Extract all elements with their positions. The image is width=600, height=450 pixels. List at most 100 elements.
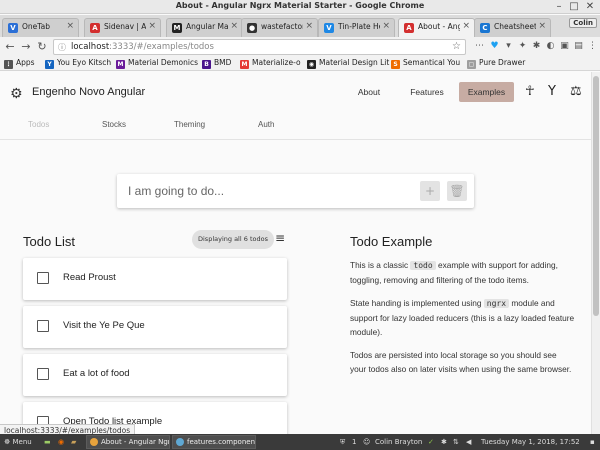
desktop-icon[interactable]: ▬ [44, 436, 51, 448]
nav-examples[interactable]: Examples [459, 82, 514, 102]
bookmark-item[interactable]: ▢ Pure Drawer [467, 58, 525, 69]
bookmark-icon: B [202, 60, 211, 69]
browser-tab[interactable]: A About - Angular× [398, 18, 475, 37]
reload-icon[interactable]: ↻ [36, 40, 48, 53]
os-taskbar: ☸ Menu ▬ ◉ ▰ About - Angular Ngr... feat… [0, 434, 600, 450]
todo-label: Read Proust [63, 272, 116, 283]
tab-close-icon[interactable]: × [230, 21, 238, 31]
todo-item[interactable]: Visit the Ye Pe Que [23, 306, 287, 348]
site-info-icon[interactable]: ⓘ [58, 42, 66, 53]
cheatsheet-icon: C [480, 23, 490, 33]
user-icon[interactable]: ☺ [363, 436, 370, 448]
gears-logo-icon[interactable]: ⚙ [10, 86, 23, 102]
tab-theming[interactable]: Theming [174, 120, 205, 129]
new-todo-card: + 🗑 [117, 174, 474, 208]
address-bar[interactable]: ⓘ localhost:3333/#/examples/todos ☆ [53, 39, 466, 55]
menu-icon[interactable]: ⋮ [587, 41, 598, 52]
angular-icon: A [90, 23, 100, 33]
taskbar-window-chrome[interactable]: About - Angular Ngr... [86, 435, 170, 449]
bookmark-item[interactable]: Y You Eyo Kitsch [45, 58, 111, 69]
bookmark-item[interactable]: ◉ Material Design Lit [307, 58, 389, 69]
menu-button[interactable]: ☸ Menu [4, 436, 32, 448]
scrollbar-thumb[interactable] [593, 76, 599, 316]
browser-tab[interactable]: M Angular Material× [166, 18, 243, 37]
new-todo-input[interactable] [128, 183, 413, 199]
todo-checkbox[interactable] [37, 272, 49, 284]
tab-close-icon[interactable]: × [148, 21, 156, 31]
puzzle-icon[interactable]: ✦ [517, 41, 528, 52]
tab-close-icon[interactable]: × [66, 21, 74, 31]
tab-auth[interactable]: Auth [258, 120, 274, 129]
browser-tab[interactable]: C Cheatsheet × [474, 18, 551, 37]
extension-icon[interactable]: ◐ [545, 41, 556, 52]
minimize-icon[interactable]: – [553, 0, 565, 14]
taskbar-user: Colin Brayton [375, 438, 423, 446]
todo-item[interactable]: Read Proust [23, 258, 287, 300]
extension-icon[interactable]: ✱ [531, 41, 542, 52]
todo-checkbox[interactable] [37, 320, 49, 332]
tab-stocks[interactable]: Stocks [102, 120, 126, 129]
bookmark-icon: M [240, 60, 249, 69]
extension-icon[interactable]: ⋯ [474, 41, 485, 52]
example-paragraph-3: Todos are persisted into local storage s… [350, 350, 572, 374]
bluetooth-icon[interactable]: ✱ [441, 436, 447, 448]
bookmark-item[interactable]: S Semantical You [391, 58, 460, 69]
tab-close-icon[interactable]: × [382, 21, 390, 31]
network-icon[interactable]: ⇅ [453, 436, 459, 448]
page-scrollbar[interactable] [591, 72, 600, 434]
bookmark-item[interactable]: M Material Demonics [116, 58, 198, 69]
tab-close-icon[interactable]: × [538, 21, 546, 31]
bookmark-label: Material Demonics [128, 58, 199, 67]
extension-icon[interactable]: ▣ [559, 41, 570, 52]
tab-label: wastefactor [261, 22, 303, 31]
power-icon[interactable]: ▪ [590, 436, 595, 448]
theme-icon[interactable]: Y [548, 84, 556, 99]
volume-icon[interactable]: ◀ [466, 436, 471, 448]
bookmark-item[interactable]: ⋮ Apps [4, 58, 35, 69]
bookmark-icon: ◉ [307, 60, 316, 69]
back-icon[interactable]: ← [4, 40, 16, 53]
filter-icon[interactable]: ≡ [275, 231, 285, 245]
tab-label: OneTab [22, 22, 50, 31]
nav-features[interactable]: Features [403, 82, 451, 102]
add-todo-button[interactable]: + [420, 181, 440, 201]
bookmark-label: Materialize-o [252, 58, 301, 67]
scale-icon[interactable]: ⚖ [570, 84, 582, 99]
browser-tab[interactable]: V Tin-Plate Heroes× [318, 18, 395, 37]
forward-icon[interactable]: → [20, 40, 32, 53]
tab-todos[interactable]: Todos [28, 120, 49, 129]
delete-done-button[interactable]: 🗑 [447, 181, 467, 201]
bookmark-item[interactable]: B BMD [202, 58, 231, 69]
page-icon: ▢ [467, 60, 476, 69]
cast-icon[interactable]: ▤ [573, 41, 584, 52]
bookmark-icon: M [116, 60, 125, 69]
code-todo: todo [410, 261, 436, 270]
app-brand[interactable]: Engenho Novo Angular [32, 86, 145, 98]
files-icon[interactable]: ▰ [71, 436, 76, 448]
close-window-icon[interactable]: ✕ [584, 0, 596, 14]
tab-close-icon[interactable]: × [462, 21, 470, 31]
todo-list-title: Todo List [23, 234, 76, 249]
maximize-icon[interactable]: □ [568, 0, 580, 14]
tab-close-icon[interactable]: × [305, 21, 313, 31]
bookmarks-bar: ⋮ Apps Y You Eyo Kitsch M Material Demonics B B… [0, 56, 600, 71]
twitter-icon[interactable]: ♥ [489, 41, 500, 52]
todo-item[interactable]: Eat a lot of food [23, 354, 287, 396]
browser-tab[interactable]: A Sidenav | Angular× [84, 18, 161, 37]
browser-launcher-icon[interactable]: ◉ [58, 436, 64, 448]
nav-about[interactable]: About [350, 82, 388, 102]
extension-icon[interactable]: ▾ [503, 41, 514, 52]
bookmark-label: Pure Drawer [479, 58, 526, 67]
notification-count: 1 [352, 438, 357, 446]
bookmark-item[interactable]: M Materialize-o [240, 58, 301, 69]
dropbox-icon[interactable]: ✓ [428, 436, 434, 448]
browser-tab[interactable]: V OneTab × [2, 18, 79, 37]
bookmark-star-icon[interactable]: ☆ [452, 41, 461, 52]
accessibility-icon[interactable]: ☥ [525, 84, 535, 99]
profile-button[interactable]: Colin [569, 18, 597, 28]
browser-tab[interactable]: ● wastefactor × [241, 18, 318, 37]
bookmark-label: Semantical You [403, 58, 461, 67]
shield-icon[interactable]: ⛨ [340, 436, 345, 448]
todo-checkbox[interactable] [37, 368, 49, 380]
taskbar-window-editor[interactable]: features.component... [172, 435, 256, 449]
